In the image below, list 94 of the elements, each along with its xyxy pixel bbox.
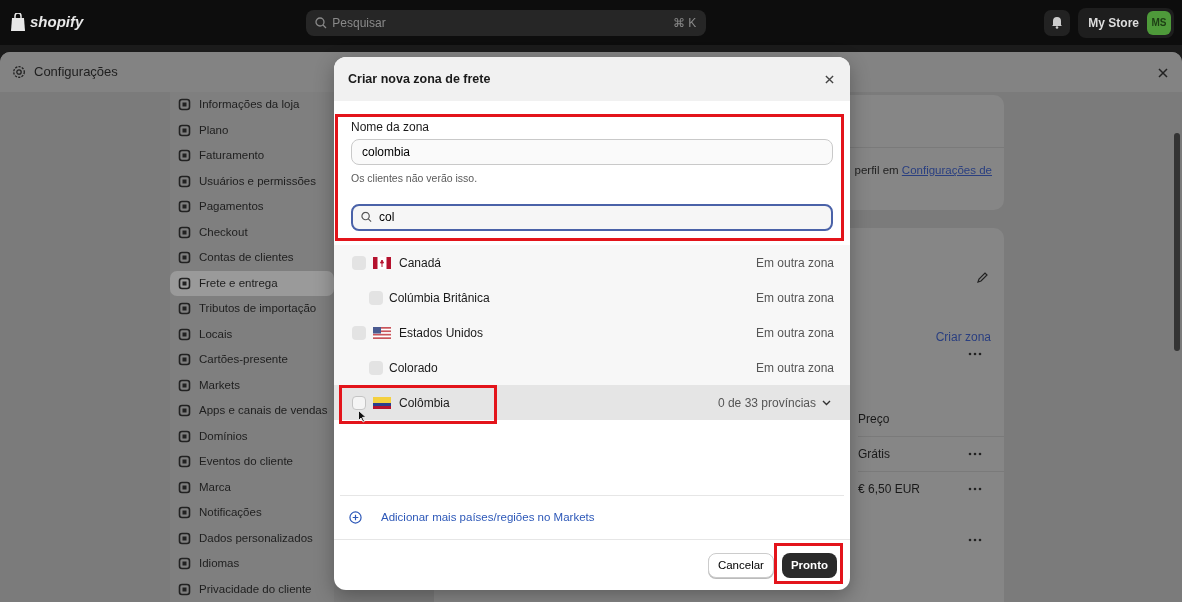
zone-status: 0 de 33 províncias bbox=[717, 394, 816, 412]
avatar: MS bbox=[1147, 10, 1171, 35]
country-search-field[interactable]: col bbox=[351, 203, 833, 231]
settings-title: Configurações bbox=[34, 63, 118, 82]
sidebar-item[interactable]: Apps e canais de vendas bbox=[170, 398, 334, 424]
search-icon bbox=[315, 16, 328, 29]
sidebar-item[interactable]: Marca bbox=[170, 474, 334, 500]
profile-note: perfil em Configurações de bbox=[854, 163, 992, 178]
sidebar-item[interactable]: Pagamentos bbox=[170, 194, 334, 220]
cancel-button[interactable]: Cancelar bbox=[707, 552, 774, 579]
chevron-down-icon[interactable] bbox=[822, 399, 831, 406]
checkbox[interactable] bbox=[352, 395, 366, 410]
zone-status: Em outra zona bbox=[755, 359, 834, 377]
square-icon bbox=[178, 276, 191, 290]
square-icon bbox=[178, 123, 191, 137]
column-header: Preço bbox=[858, 411, 891, 428]
sidebar-item[interactable]: Eventos do cliente bbox=[170, 449, 334, 475]
field-label: Nome da zona bbox=[351, 119, 431, 136]
scrollbar-thumb[interactable] bbox=[1174, 133, 1180, 351]
zone-status: Em outra zona bbox=[755, 289, 834, 307]
plus-circle-icon bbox=[349, 511, 362, 524]
sidebar-item[interactable]: Faturamento bbox=[170, 143, 334, 169]
sidebar-item[interactable]: Idiomas bbox=[170, 551, 334, 577]
square-icon bbox=[178, 557, 191, 571]
sidebar-item[interactable]: Locais bbox=[170, 321, 334, 347]
sidebar-item[interactable]: Notificações bbox=[170, 500, 334, 526]
region-row[interactable]: Colorado Em outra zona bbox=[334, 350, 850, 385]
sidebar-item[interactable]: Usuários e permissões bbox=[170, 168, 334, 194]
settings-link[interactable]: Configurações de bbox=[901, 164, 992, 176]
square-icon bbox=[178, 582, 191, 596]
store-menu[interactable]: My Store MS bbox=[1078, 7, 1174, 38]
country-row[interactable]: Estados Unidos Em outra zona bbox=[334, 315, 850, 350]
bell-icon bbox=[1051, 16, 1064, 29]
highlight-frame bbox=[774, 543, 843, 584]
table-cell-text: € 6,50 EUR bbox=[858, 481, 922, 498]
notifications-button[interactable] bbox=[1044, 9, 1071, 36]
sidebar-item[interactable]: Privacidade do cliente bbox=[170, 576, 334, 602]
square-icon bbox=[178, 429, 191, 443]
square-icon bbox=[178, 404, 191, 418]
square-icon bbox=[178, 455, 191, 469]
shopping-bag-icon bbox=[10, 13, 26, 32]
flag-icon bbox=[373, 326, 391, 339]
help-text: Os clientes não verão isso. bbox=[351, 171, 479, 186]
more-actions-icon[interactable] bbox=[968, 538, 982, 542]
square-icon bbox=[178, 98, 191, 112]
region-row[interactable]: Colúmbia Britânica Em outra zona bbox=[334, 280, 850, 315]
keyboard-shortcut: ⌘ K bbox=[673, 14, 697, 32]
more-actions-icon[interactable] bbox=[968, 352, 982, 356]
add-countries-link[interactable]: Adicionar mais países/regiões no Markets bbox=[381, 508, 595, 527]
sidebar-item[interactable]: Cartões-presente bbox=[170, 347, 334, 373]
country-row[interactable]: Colômbia 0 de 33 províncias bbox=[334, 385, 850, 420]
sidebar-item[interactable]: Plano bbox=[170, 117, 334, 143]
sidebar-item[interactable]: Markets bbox=[170, 372, 334, 398]
zone-status: Em outra zona bbox=[755, 324, 834, 342]
zone-status: Em outra zona bbox=[755, 254, 834, 272]
square-icon bbox=[178, 302, 191, 316]
sidebar-item[interactable]: Tributos de importação bbox=[170, 296, 334, 322]
square-icon bbox=[178, 327, 191, 341]
sidebar-item[interactable]: Checkout bbox=[170, 219, 334, 245]
done-button[interactable]: Pronto bbox=[781, 552, 837, 579]
square-icon bbox=[178, 378, 191, 392]
country-row[interactable]: Canadá Em outra zona bbox=[334, 245, 850, 280]
square-icon bbox=[178, 174, 191, 188]
square-icon bbox=[178, 225, 191, 239]
table-cell-text: Grátis bbox=[858, 446, 891, 463]
square-icon bbox=[178, 200, 191, 214]
sidebar-item[interactable]: Domínios bbox=[170, 423, 334, 449]
search-icon bbox=[361, 211, 372, 223]
square-icon bbox=[178, 531, 191, 545]
country-name: Estados Unidos bbox=[399, 324, 484, 342]
settings-icon bbox=[12, 65, 26, 79]
zone-name-field[interactable]: colombia bbox=[351, 139, 833, 165]
flag-icon bbox=[373, 396, 391, 409]
square-icon bbox=[178, 480, 191, 494]
region-name: Colorado bbox=[389, 359, 438, 377]
create-zone-link[interactable]: Criar zona bbox=[935, 328, 991, 346]
country-name: Colômbia bbox=[399, 394, 450, 412]
country-name: Canadá bbox=[399, 254, 442, 272]
flag-icon bbox=[373, 256, 391, 269]
mouse-cursor-icon bbox=[358, 410, 366, 423]
more-actions-icon[interactable] bbox=[968, 487, 982, 491]
square-icon bbox=[178, 251, 191, 265]
sidebar-item[interactable]: Dados personalizados bbox=[170, 525, 334, 551]
modal-title: Criar nova zona de frete bbox=[348, 70, 491, 88]
square-icon bbox=[178, 149, 191, 163]
sidebar-item[interactable]: Frete e entrega bbox=[170, 270, 334, 296]
square-icon bbox=[178, 506, 191, 520]
region-name: Colúmbia Britânica bbox=[389, 289, 490, 307]
brand-logo[interactable]: shopify bbox=[30, 11, 84, 34]
square-icon bbox=[178, 353, 191, 367]
pencil-icon[interactable] bbox=[976, 272, 988, 284]
sidebar-item[interactable]: Informações da loja bbox=[170, 92, 334, 118]
more-actions-icon[interactable] bbox=[968, 452, 982, 456]
sidebar-item[interactable]: Contas de clientes bbox=[170, 245, 334, 271]
